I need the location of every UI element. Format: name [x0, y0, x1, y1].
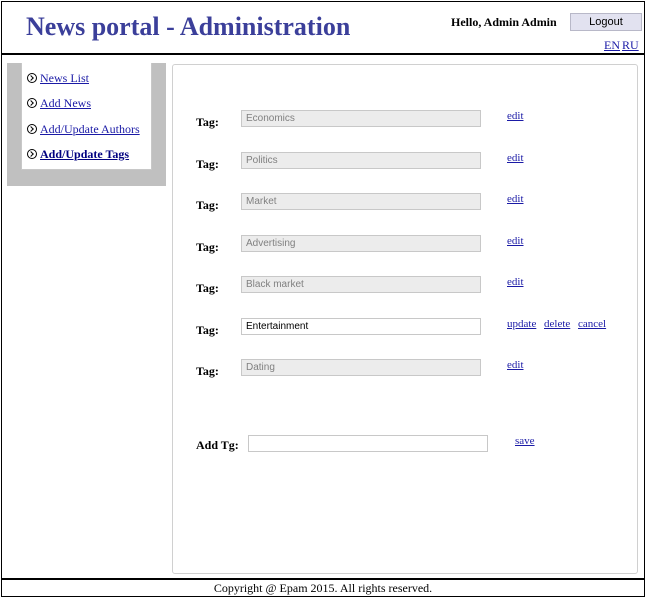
language-en-link[interactable]: EN	[604, 38, 620, 53]
edit-link[interactable]: edit	[507, 235, 524, 247]
save-link[interactable]: save	[515, 435, 535, 447]
sidebar-item-label[interactable]: Add/Update Tags	[40, 147, 129, 162]
sidebar-item-label[interactable]: News List	[40, 71, 89, 86]
edit-link[interactable]: edit	[507, 359, 524, 371]
tag-name-input[interactable]: Entertainment	[241, 318, 481, 335]
header: News portal - Administration Hello, Admi…	[2, 2, 644, 55]
sidebar-menu: News List Add News Add/Update Authors Ad…	[21, 63, 152, 170]
tag-row: Tag: Market edit	[173, 193, 639, 213]
tag-name-field[interactable]: Economics	[241, 110, 481, 127]
tag-row: Tag: Dating edit	[173, 359, 639, 379]
page-title: News portal - Administration	[26, 12, 351, 41]
circled-arrow-icon	[27, 149, 37, 159]
footer-copyright: Copyright @ Epam 2015. All rights reserv…	[2, 578, 644, 596]
tags-panel: Tag: Economics edit Tag: Politics edit T…	[172, 64, 638, 574]
edit-link[interactable]: edit	[507, 152, 524, 164]
tag-row: Tag: Black market edit	[173, 276, 639, 296]
circled-arrow-icon	[27, 73, 37, 83]
sidebar-item-label[interactable]: Add News	[40, 96, 91, 111]
tag-row-editing: Tag: Entertainment update delete cancel	[173, 318, 639, 338]
tag-row: Tag: Economics edit	[173, 110, 639, 130]
circled-arrow-icon	[27, 124, 37, 134]
user-greeting: Hello, Admin Admin	[451, 15, 557, 29]
language-ru-link[interactable]: RU	[622, 38, 639, 53]
circled-arrow-icon	[27, 98, 37, 108]
edit-link[interactable]: edit	[507, 110, 524, 122]
tag-label: Tag:	[196, 240, 219, 254]
sidebar-item-add-news[interactable]: Add News	[27, 95, 91, 111]
tag-name-field[interactable]: Politics	[241, 152, 481, 169]
tag-label: Tag:	[196, 323, 219, 337]
tag-label: Tag:	[196, 364, 219, 378]
tag-name-field[interactable]: Advertising	[241, 235, 481, 252]
edit-link[interactable]: edit	[507, 276, 524, 288]
page-frame: News portal - Administration Hello, Admi…	[1, 1, 645, 597]
tag-label: Tag:	[196, 281, 219, 295]
tag-label: Tag:	[196, 198, 219, 212]
tag-name-field[interactable]: Dating	[241, 359, 481, 376]
update-link[interactable]: update	[507, 318, 536, 330]
tag-row: Tag: Politics edit	[173, 152, 639, 172]
add-tag-input[interactable]	[248, 435, 488, 452]
edit-link[interactable]: edit	[507, 193, 524, 205]
tag-row: Tag: Advertising edit	[173, 235, 639, 255]
sidebar-item-authors[interactable]: Add/Update Authors	[27, 121, 140, 137]
sidebar-item-news-list[interactable]: News List	[27, 70, 89, 86]
delete-link[interactable]: delete	[544, 318, 570, 330]
tag-label: Tag:	[196, 115, 219, 129]
logout-button[interactable]: Logout	[570, 13, 642, 31]
tag-name-field[interactable]: Market	[241, 193, 481, 210]
add-tag-label: Add Tg:	[196, 438, 239, 452]
sidebar-item-label[interactable]: Add/Update Authors	[40, 122, 140, 137]
sidebar-item-tags[interactable]: Add/Update Tags	[27, 146, 129, 162]
tag-name-field[interactable]: Black market	[241, 276, 481, 293]
tag-label: Tag:	[196, 157, 219, 171]
cancel-link[interactable]: cancel	[578, 318, 606, 330]
